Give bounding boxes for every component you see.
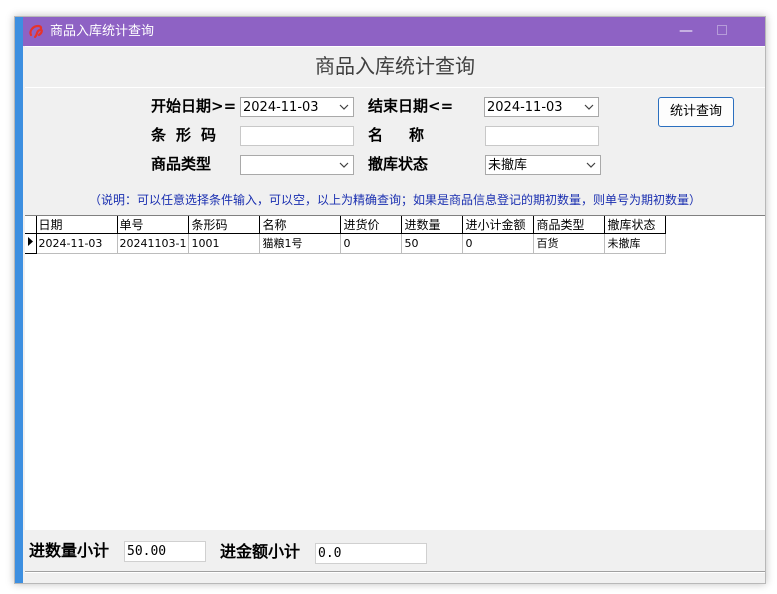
- table-cell[interactable]: 未撤库: [604, 233, 667, 254]
- help-note: （说明：可以任意选择条件输入，可以空，以上为精确查询；如果是商品信息登记的期初数…: [88, 193, 701, 207]
- category-label: 商品类型: [151, 155, 212, 173]
- chevron-down-icon[interactable]: [582, 98, 596, 116]
- chevron-down-icon[interactable]: [337, 98, 351, 116]
- minimize-button[interactable]: —: [671, 17, 701, 46]
- column-header[interactable]: 进数量: [401, 216, 464, 234]
- column-header[interactable]: 条形码: [188, 216, 261, 234]
- start-date-label: 开始日期>=: [151, 97, 237, 115]
- row-pointer-cell[interactable]: [25, 233, 37, 254]
- table-cell[interactable]: 0: [340, 233, 403, 254]
- footer-divider: [25, 571, 765, 573]
- totals-footer: 进数量小计 50.00 进金额小计 0.0: [25, 530, 765, 583]
- title-bar[interactable]: 商品入库统计查询 —: [23, 17, 765, 46]
- amount-total-value: 0.0: [315, 543, 427, 564]
- start-date-value: 2024-11-03: [243, 100, 319, 115]
- table-cell[interactable]: 0: [462, 233, 535, 254]
- row-pointer-icon: [28, 237, 33, 246]
- row-indicator-header: [25, 216, 37, 234]
- qty-total-value: 50.00: [124, 541, 206, 562]
- column-header[interactable]: 进小计金额: [462, 216, 535, 234]
- table-row[interactable]: 2024-11-03 20241103-1 1001 猫粮1号 0 50 0 百…: [25, 233, 667, 254]
- table-cell[interactable]: 50: [401, 233, 464, 254]
- table-cell[interactable]: 1001: [188, 233, 261, 254]
- column-header[interactable]: 商品类型: [533, 216, 606, 234]
- window-title: 商品入库统计查询: [50, 24, 155, 39]
- table-cell[interactable]: 2024-11-03: [35, 233, 118, 254]
- start-date-picker[interactable]: 2024-11-03: [240, 97, 354, 117]
- results-grid[interactable]: 日期 单号 条形码 名称 进货价 进数量 进小计金额 商品类型 撤库状态 202…: [25, 215, 765, 531]
- qty-total-label: 进数量小计: [29, 541, 110, 560]
- page-title: 商品入库统计查询: [315, 54, 475, 78]
- criteria-panel: 开始日期>= 2024-11-03 结束日期<= 2024-11-03 统计查询…: [25, 87, 765, 214]
- table-cell[interactable]: 猫粮1号: [259, 233, 342, 254]
- barcode-input[interactable]: [240, 126, 354, 146]
- table-header-row: 日期 单号 条形码 名称 进货价 进数量 进小计金额 商品类型 撤库状态: [25, 216, 667, 234]
- header-panel: 商品入库统计查询: [25, 46, 765, 88]
- name-label: 名称: [368, 126, 451, 144]
- category-select[interactable]: [240, 155, 354, 175]
- name-input[interactable]: [485, 126, 599, 146]
- end-date-picker[interactable]: 2024-11-03: [484, 97, 599, 117]
- chevron-down-icon[interactable]: [337, 156, 351, 174]
- maximize-button[interactable]: [717, 25, 727, 35]
- window-accent-bar: [15, 17, 23, 583]
- chevron-down-icon[interactable]: [584, 156, 598, 174]
- cancel-status-select[interactable]: 未撤库: [485, 155, 601, 175]
- column-header[interactable]: 日期: [35, 216, 118, 234]
- end-date-value: 2024-11-03: [487, 100, 563, 115]
- table-cell[interactable]: 百货: [533, 233, 606, 254]
- app-logo-icon: [29, 24, 43, 39]
- end-date-label: 结束日期<=: [368, 97, 454, 115]
- amount-total-label: 进金额小计: [220, 542, 301, 561]
- table-cell[interactable]: 20241103-1: [116, 233, 190, 254]
- column-header[interactable]: 单号: [116, 216, 190, 234]
- cancel-status-label: 撤库状态: [368, 155, 429, 173]
- cancel-status-value: 未撤库: [488, 158, 528, 173]
- column-header[interactable]: 名称: [259, 216, 342, 234]
- main-window: 商品入库统计查询 — 商品入库统计查询 开始日期>= 2024-11-03 结束…: [14, 16, 766, 584]
- barcode-label: 条形码: [151, 126, 227, 144]
- results-table: 日期 单号 条形码 名称 进货价 进数量 进小计金额 商品类型 撤库状态 202…: [25, 216, 667, 254]
- column-header[interactable]: 进货价: [340, 216, 403, 234]
- query-button[interactable]: 统计查询: [658, 97, 734, 127]
- column-header[interactable]: 撤库状态: [604, 216, 667, 234]
